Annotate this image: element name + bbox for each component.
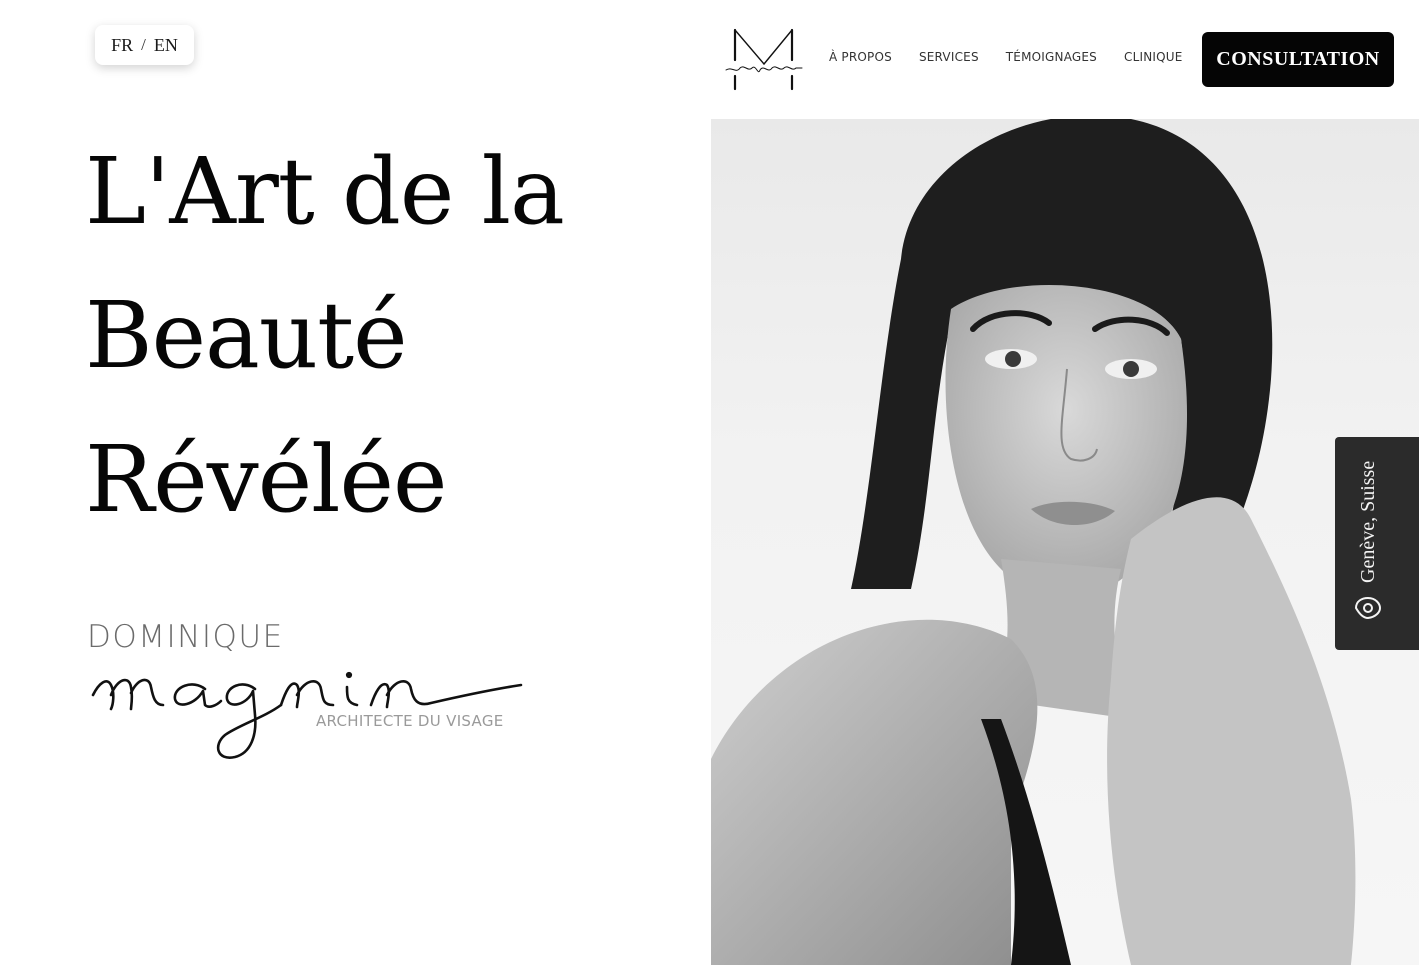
hero-title: L'Art de la Beauté Révélée <box>85 120 565 552</box>
nav-item-services[interactable]: SERVICES <box>919 50 979 64</box>
location-label: Genève, Suisse <box>1357 460 1379 583</box>
m-monogram-logo[interactable] <box>724 24 804 92</box>
main-nav: À PROPOS SERVICES TÉMOIGNAGES CLINIQUE <box>829 50 1210 64</box>
lang-fr-link[interactable]: FR <box>111 35 133 56</box>
dominique-magnin-signature-logo: DOMINIQUE ARCHITECTE DU VISAGE <box>85 615 535 765</box>
nav-item-about[interactable]: À PROPOS <box>829 50 892 64</box>
logo-svg <box>725 28 803 91</box>
hero-title-line-3: Révélée <box>85 426 447 533</box>
portrait-photo <box>711 119 1419 965</box>
hero-title-line-2: Beauté <box>85 282 408 389</box>
signature-subtitle: ARCHITECTE DU VISAGE <box>316 712 504 730</box>
consultation-button[interactable]: CONSULTATION <box>1202 32 1394 87</box>
signature-script <box>91 671 523 759</box>
lang-en-link[interactable]: EN <box>154 35 178 56</box>
location-tab[interactable]: Genève, Suisse <box>1335 437 1419 650</box>
location-pin-icon <box>1354 596 1382 620</box>
lang-separator: / <box>141 35 146 54</box>
language-switcher: FR / EN <box>95 25 194 65</box>
portrait-illustration <box>711 119 1356 965</box>
nav-item-clinic[interactable]: CLINIQUE <box>1124 50 1183 64</box>
nav-item-testimonials[interactable]: TÉMOIGNAGES <box>1006 50 1097 64</box>
hero-title-line-1: L'Art de la <box>85 138 565 245</box>
